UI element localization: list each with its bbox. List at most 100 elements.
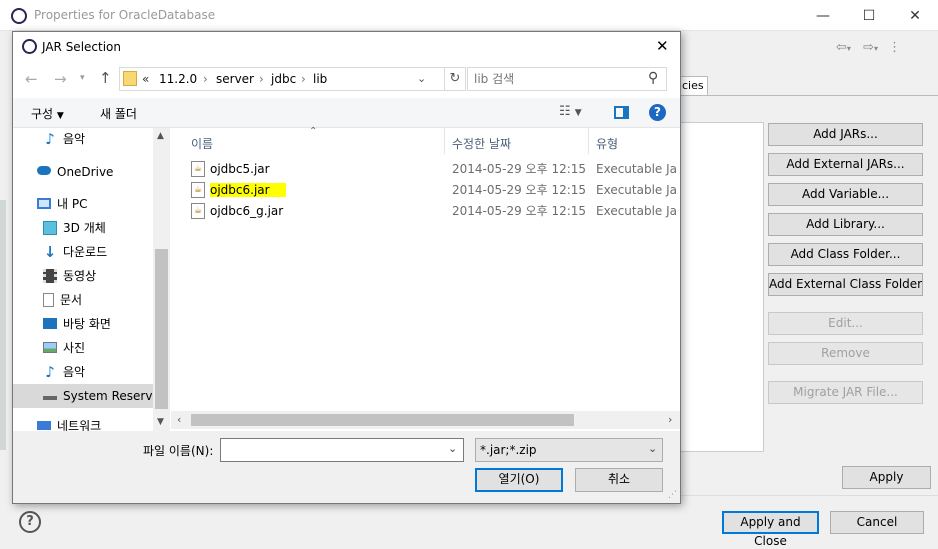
nav-label: 문서 (60, 293, 83, 307)
filter-dropdown-icon[interactable]: ⌄ (648, 442, 657, 455)
scroll-down-icon[interactable]: ▼ (157, 417, 164, 427)
jar-selection-dialog: JAR Selection ✕ ← → ▾ ↑ « 11.2.0 › serve… (12, 31, 681, 504)
search-box[interactable]: ⚲ (467, 67, 667, 91)
bg-list-area[interactable] (672, 122, 764, 452)
migrate-jar-button[interactable]: Migrate JAR File... (768, 381, 923, 404)
refresh-icon[interactable]: ↻ (444, 67, 466, 91)
file-row-highlighted[interactable]: ☕ ojdbc6.jar 2014-05-29 오후 12:15 Executab… (191, 180, 678, 200)
scroll-up-icon[interactable]: ▲ (157, 131, 164, 141)
close-icon[interactable]: ✕ (905, 6, 925, 26)
breadcrumb-lib[interactable]: lib (313, 72, 327, 86)
bg-cancel-button[interactable]: Cancel (830, 511, 924, 534)
eclipse-small-icon (22, 39, 37, 54)
cloud-icon (37, 166, 51, 175)
add-library-button[interactable]: Add Library... (768, 213, 923, 236)
file-hscrollbar[interactable]: ‹ › (171, 411, 680, 429)
breadcrumb-11-2-0[interactable]: 11.2.0 (159, 72, 197, 86)
jar-file-icon: ☕ (191, 202, 205, 219)
dialog-cancel-button[interactable]: 취소 (575, 468, 663, 492)
file-date: 2014-05-29 오후 12:15 (452, 183, 587, 197)
address-overflow[interactable]: « (142, 72, 149, 86)
up-folder-icon[interactable]: ↑ (99, 69, 112, 87)
bg-title: Properties for OracleDatabase (34, 8, 216, 22)
nav-item-desktop[interactable]: 바탕 화면 (43, 313, 111, 335)
nav-item-onedrive[interactable]: OneDrive (37, 161, 113, 183)
file-list-pane[interactable]: ⌃ 이름 수정한 날짜 유형 ☕ ojdbc5.jar 2014-05-29 오후… (171, 126, 680, 431)
nav-item-this-pc[interactable]: 내 PC (37, 193, 87, 215)
filename-combobox[interactable]: ⌄ (220, 438, 464, 462)
nav-label: 다운로드 (63, 245, 108, 259)
organize-menu[interactable]: 구성 ▼ (31, 105, 64, 122)
address-dropdown-icon[interactable]: ⌄ (417, 72, 426, 85)
search-input[interactable] (474, 71, 644, 87)
apply-and-close-button[interactable]: Apply and Close (722, 511, 819, 548)
back-arrow-icon[interactable]: ⇦ (836, 40, 847, 55)
sort-indicator-icon: ⌃ (309, 126, 318, 137)
breadcrumb-jdbc[interactable]: jdbc (271, 72, 296, 86)
file-row[interactable]: ☕ ojdbc5.jar 2014-05-29 오후 12:15 Executab… (191, 159, 678, 179)
add-variable-button[interactable]: Add Variable... (768, 183, 923, 206)
file-type-filter[interactable]: *.jar;*.zip ⌄ (475, 438, 663, 462)
preview-pane-icon[interactable] (614, 106, 629, 119)
add-class-folder-button[interactable]: Add Class Folder... (768, 243, 923, 266)
add-external-class-folder-button[interactable]: Add External Class Folder... (768, 273, 923, 296)
nav-label: 동영상 (63, 269, 97, 283)
nav-item-pictures[interactable]: 사진 (43, 337, 85, 359)
search-icon[interactable]: ⚲ (648, 70, 658, 86)
maximize-icon[interactable]: ☐ (859, 6, 879, 26)
column-headers: ⌃ 이름 수정한 날짜 유형 (171, 126, 680, 154)
file-row[interactable]: ☕ ojdbc6_g.jar 2014-05-29 오후 12:15 Execut… (191, 201, 678, 221)
help-circle-icon[interactable]: ? (649, 104, 666, 121)
back-nav-icon[interactable]: ← (25, 70, 38, 88)
nav-pane[interactable]: ♪ 음악 OneDrive 내 PC 3D 개체 ↓ 다운로드 동영상 문서 바탕 … (13, 128, 171, 431)
help-icon[interactable]: ? (19, 511, 41, 533)
nav-label: 바탕 화면 (63, 317, 111, 331)
column-date[interactable]: 수정한 날짜 (452, 135, 511, 152)
view-options-icon[interactable]: ☷ ▼ (559, 104, 582, 119)
nav-item-music[interactable]: ♪ 음악 (43, 128, 85, 150)
document-icon (43, 292, 54, 307)
file-date: 2014-05-29 오후 12:15 (452, 204, 587, 218)
forward-nav-icon[interactable]: → (54, 70, 67, 88)
filter-value: *.jar;*.zip (480, 443, 537, 457)
nav-label: 3D 개체 (63, 221, 106, 235)
remove-button[interactable]: Remove (768, 342, 923, 365)
column-divider (588, 128, 589, 154)
nav-item-network[interactable]: 네트워크 (37, 415, 101, 431)
new-folder-button[interactable]: 새 폴더 (100, 105, 137, 122)
scroll-right-icon[interactable]: › (668, 413, 672, 426)
picture-icon (43, 342, 57, 353)
add-external-jars-button[interactable]: Add External JARs... (768, 153, 923, 176)
hscroll-thumb[interactable] (191, 414, 574, 426)
nav-item-music-2[interactable]: ♪ 음악 (43, 361, 85, 383)
add-jars-button[interactable]: Add JARs... (768, 123, 923, 146)
column-type[interactable]: 유형 (596, 135, 618, 152)
recent-dropdown-icon[interactable]: ▾ (80, 73, 85, 83)
nav-scroll-thumb[interactable] (155, 249, 168, 409)
minimize-icon[interactable]: — (813, 6, 833, 26)
apply-button[interactable]: Apply (842, 466, 931, 489)
column-name[interactable]: 이름 (191, 135, 213, 152)
resize-grip-icon[interactable]: ⋰ (668, 490, 677, 500)
filename-input[interactable] (224, 442, 439, 458)
video-icon (43, 268, 57, 283)
file-date: 2014-05-29 오후 12:15 (452, 162, 587, 176)
dialog-close-icon[interactable]: ✕ (656, 37, 669, 55)
scroll-left-icon[interactable]: ‹ (177, 413, 181, 426)
menu-icon[interactable]: ⋮ (888, 40, 901, 55)
nav-item-downloads[interactable]: ↓ 다운로드 (43, 241, 107, 263)
nav-item-documents[interactable]: 문서 (43, 289, 82, 311)
filename-dropdown-icon[interactable]: ⌄ (448, 442, 457, 455)
eclipse-icon (11, 8, 27, 24)
forward-arrow-icon[interactable]: ⇨ (863, 40, 874, 55)
dialog-titlebar: JAR Selection ✕ (13, 32, 680, 62)
nav-item-3d-objects[interactable]: 3D 개체 (43, 217, 106, 239)
nav-scrollbar[interactable]: ▲ ▼ (153, 128, 170, 431)
bg-left-strip (0, 200, 6, 450)
breadcrumb-server[interactable]: server (216, 72, 254, 86)
address-bar[interactable]: « 11.2.0 › server › jdbc › lib ⌄ (119, 67, 445, 91)
nav-item-videos[interactable]: 동영상 (43, 265, 96, 287)
nav-item-system-reserved[interactable]: System Reserved (43, 385, 167, 407)
open-button[interactable]: 열기(O) (475, 468, 563, 492)
edit-button[interactable]: Edit... (768, 312, 923, 335)
